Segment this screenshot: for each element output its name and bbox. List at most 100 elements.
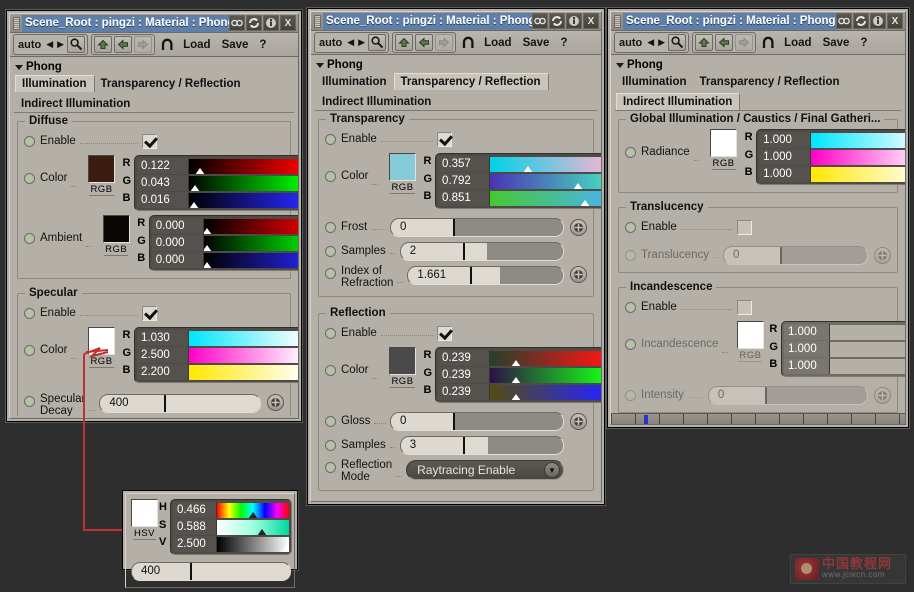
color-widget-reflection[interactable]: RGB R G B 0.239 0.239 0.239	[382, 347, 601, 403]
channel-row-r[interactable]: 0.000	[151, 218, 298, 234]
window-illumination[interactable]: Scene_Root : pingzi : Material : Phong X…	[6, 10, 302, 422]
swatch-mode-label[interactable]: RGB	[89, 184, 114, 196]
window-drag-grip[interactable]	[614, 14, 621, 28]
prev-mode-icon[interactable]: ◀	[346, 37, 355, 48]
channel-bar-b[interactable]	[189, 364, 298, 380]
slider-frost[interactable]: 0	[390, 217, 564, 237]
channel-row-g[interactable]: 0.000	[151, 235, 298, 251]
animation-icon[interactable]	[24, 135, 35, 147]
channel-row-b[interactable]: 0.239	[438, 384, 601, 400]
titlebar[interactable]: Scene_Root : pingzi : Material : Phong X	[10, 14, 298, 33]
slider-track[interactable]	[455, 218, 563, 236]
slider-gloss[interactable]: 0	[390, 411, 564, 431]
channel-bar-g[interactable]	[203, 235, 298, 251]
tab-illumination[interactable]: Illumination	[616, 74, 694, 90]
link-icon[interactable]	[532, 13, 548, 29]
slider-value[interactable]: 0	[723, 246, 782, 264]
channel-bar-r[interactable]	[829, 324, 905, 340]
slider-value[interactable]: 1.661	[408, 267, 473, 284]
tab-illumination[interactable]: Illumination	[15, 75, 95, 92]
animation-editor-button[interactable]	[570, 412, 587, 430]
slider-value[interactable]: 2	[400, 242, 465, 260]
channel-row-h[interactable]: 0.466	[172, 502, 289, 518]
channel-bar-b[interactable]	[829, 358, 905, 374]
tabrow-secondary[interactable]: Indirect Illumination	[10, 94, 298, 112]
help-button[interactable]: ?	[556, 36, 571, 50]
slider-track[interactable]	[455, 412, 563, 430]
row-incandescence-enable[interactable]: Enable	[625, 297, 891, 317]
checkbox-translucency-enable[interactable]	[736, 219, 752, 235]
color-widget-incandescence[interactable]: RGB R G B 1.000 1.000 1.000	[732, 321, 905, 377]
animation-icon[interactable]	[325, 245, 336, 257]
slider-track[interactable]	[766, 386, 867, 404]
slider-value[interactable]: 3	[400, 436, 465, 454]
channel-sliders[interactable]: 1.000 1.000 1.000	[756, 129, 905, 185]
channel-bar-g[interactable]	[189, 347, 298, 363]
load-button[interactable]: Load	[780, 36, 815, 50]
channel-sliders[interactable]: 1.000 1.000 1.000	[780, 321, 905, 377]
animation-editor-button[interactable]	[267, 394, 284, 411]
color-widget-diffuse[interactable]: RGB R G B 0.122 0.043 0.016	[81, 155, 298, 211]
swatch-mode-label[interactable]: RGB	[711, 158, 736, 170]
close-icon[interactable]: X	[583, 13, 599, 29]
save-button[interactable]: Save	[519, 36, 554, 50]
channel-bar-g[interactable]	[490, 367, 601, 383]
hsv-color-popup[interactable]: HSV H S V 0.466 0.588 2.500 400	[122, 490, 298, 588]
channel-value-b[interactable]: 0.000	[151, 252, 204, 268]
animation-icon[interactable]	[24, 307, 35, 319]
row-reflection-mode[interactable]: Reflection Mode Raytracing Enable ▼	[325, 459, 587, 483]
undo-icon[interactable]	[459, 34, 477, 51]
row-specular-color[interactable]: Color RGB R G B 1.030 2.500 2.200	[24, 327, 298, 383]
animation-icon[interactable]	[325, 171, 336, 182]
channel-value-g[interactable]: 0.043	[137, 175, 190, 191]
checkbox-transparency-enable[interactable]	[436, 131, 452, 147]
channel-value-r[interactable]: 0.122	[137, 158, 190, 174]
channel-value-g[interactable]: 0.239	[438, 367, 491, 383]
channel-value-g[interactable]: 0.000	[151, 235, 204, 251]
help-button[interactable]: ?	[856, 36, 871, 50]
window-transparency-reflection[interactable]: Scene_Root : pingzi : Material : Phong X…	[307, 8, 605, 505]
channel-bar-r[interactable]	[189, 330, 298, 346]
channel-row-b[interactable]: 0.851	[438, 190, 601, 206]
channel-value-r[interactable]: 0.239	[438, 350, 491, 366]
inspect-icon[interactable]	[368, 34, 387, 51]
animation-editor-button[interactable]	[873, 386, 891, 404]
info-icon[interactable]	[566, 13, 582, 29]
toolbar[interactable]: auto ◀ ▶ Load Save ?	[611, 31, 905, 55]
row-diffuse-ambient[interactable]: Ambient RGB R G B 0.000 0.000 0.000	[24, 215, 298, 271]
channel-bar-b[interactable]	[189, 192, 298, 208]
tabrow-primary[interactable]: Illumination Transparency / Reflection	[311, 72, 601, 90]
save-button[interactable]: Save	[819, 36, 854, 50]
channel-bar-h[interactable]	[216, 502, 289, 518]
slider-samples-transparency[interactable]: 2	[399, 241, 564, 261]
slider-track[interactable]	[464, 436, 563, 454]
channel-row-b[interactable]: 0.016	[137, 192, 298, 208]
channel-bar-v[interactable]	[216, 536, 289, 552]
slider-track[interactable]	[166, 395, 260, 412]
undo-icon[interactable]	[759, 34, 777, 51]
row-index-of-refraction[interactable]: Index of Refraction 1.661	[325, 265, 587, 289]
channel-bar-r[interactable]	[203, 218, 298, 234]
row-transparency-enable[interactable]: Enable	[325, 129, 587, 149]
color-swatch[interactable]	[736, 321, 764, 349]
channel-row-r[interactable]: 1.030	[137, 330, 298, 346]
refresh-icon[interactable]	[246, 15, 262, 31]
slider-index-of-refraction[interactable]: 1.661	[407, 266, 564, 285]
channel-sliders[interactable]: 0.239 0.239 0.239	[435, 347, 601, 403]
channel-row-v[interactable]: 2.500	[172, 536, 289, 552]
checkbox-incandescence-enable[interactable]	[736, 299, 752, 315]
tab-transparency-reflection[interactable]: Transparency / Reflection	[694, 74, 847, 90]
channel-value-r[interactable]: 1.030	[137, 330, 190, 346]
row-radiance[interactable]: Radiance RGB R G B 1.000 1.000 1.000	[625, 129, 905, 185]
row-samples-reflection[interactable]: Samples 3	[325, 435, 587, 455]
mode-selector[interactable]: auto ◀ ▶	[13, 34, 89, 55]
animation-icon[interactable]	[325, 268, 336, 279]
swatch-mode-label[interactable]: RGB	[104, 244, 129, 256]
color-swatch[interactable]	[87, 155, 115, 183]
chevron-down-icon[interactable]: ▼	[544, 462, 560, 478]
animation-editor-button[interactable]	[570, 218, 587, 236]
tab-indirect-illumination[interactable]: Indirect Illumination	[15, 96, 137, 112]
color-swatch[interactable]	[388, 347, 416, 375]
link-icon[interactable]	[836, 13, 852, 29]
tab-illumination[interactable]: Illumination	[316, 74, 394, 90]
